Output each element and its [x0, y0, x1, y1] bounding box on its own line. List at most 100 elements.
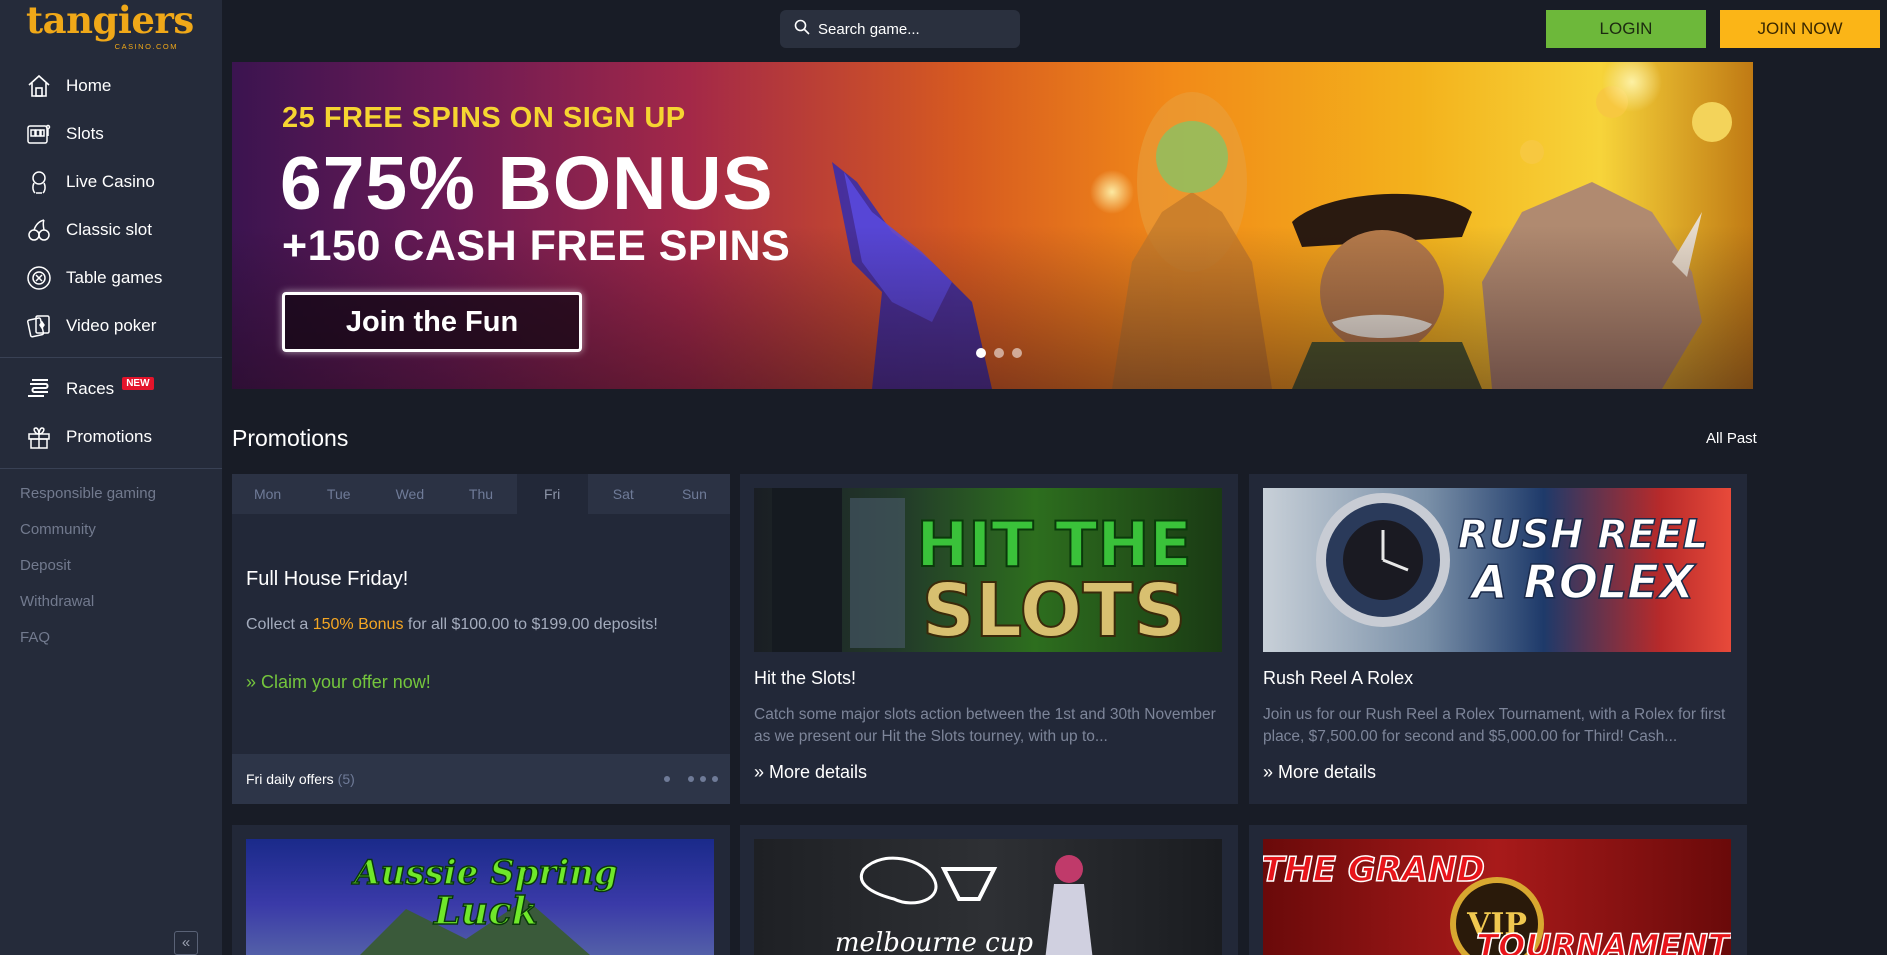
claim-offer-link[interactable]: » Claim your offer now! [246, 672, 431, 693]
more-details-link[interactable]: » More details [1263, 762, 1376, 783]
main-nav: Home Slots Live Casino Classic slot Tabl… [0, 62, 222, 476]
grand-vip-tournament-artwork: VIP THE GRAND TOURNAMENT [1263, 849, 1731, 955]
day-tabs: Mon Tue Wed Thu Fri Sat Sun [232, 474, 730, 514]
hero-banner[interactable]: 25 FREE SPINS ON SIGN UP 675% BONUS +150… [232, 62, 1753, 389]
sidebar-item-label: Video poker [66, 316, 157, 335]
daily-offer-title: Full House Friday! [246, 568, 409, 590]
join-the-fun-button[interactable]: Join the Fun [282, 292, 582, 352]
sidebar: tangiers CASINO.COM Home Slots Live Casi… [0, 0, 222, 955]
link-deposit[interactable]: Deposit [20, 548, 156, 584]
bonus-highlight: 150% Bonus [312, 616, 404, 633]
tab-sun[interactable]: Sun [659, 474, 730, 514]
sidebar-item-live-casino[interactable]: Live Casino [0, 158, 222, 206]
sidebar-item-table-games[interactable]: Table games [0, 254, 222, 302]
promo-card[interactable]: HIT THE SLOTS Hit the Slots! Catch some … [740, 474, 1238, 804]
carousel-dot[interactable] [1012, 348, 1022, 358]
sidebar-item-video-poker[interactable]: Video poker [0, 302, 222, 350]
home-icon [24, 71, 54, 101]
sidebar-item-label: Promotions [66, 427, 152, 446]
collapse-sidebar-button[interactable]: « [174, 931, 198, 955]
sidebar-item-slots[interactable]: Slots [0, 110, 222, 158]
search-input[interactable] [818, 20, 1008, 38]
more-details-link[interactable]: » More details [754, 762, 867, 783]
promo-image-text: RUSH REEL [1458, 512, 1708, 558]
promo-image-text: Luck [433, 888, 538, 933]
sidebar-item-races[interactable]: Races NEW [0, 365, 222, 413]
races-icon [24, 374, 54, 404]
search-box[interactable] [780, 10, 1020, 48]
tab-thu[interactable]: Thu [445, 474, 516, 514]
promo-description: Catch some major slots action between th… [754, 706, 1216, 745]
sidebar-item-label: Home [66, 76, 112, 95]
dealer-icon [24, 167, 54, 197]
offer-dot[interactable] [700, 776, 706, 782]
sidebar-item-label: Classic slot [66, 220, 152, 239]
daily-offer-dots [664, 776, 718, 782]
all-past-link[interactable]: All Past [1706, 430, 1757, 447]
slot-machine-icon [24, 119, 54, 149]
sidebar-item-label: Races [66, 379, 115, 398]
daily-offers-count: (5) [337, 771, 355, 787]
offer-dot[interactable] [712, 776, 718, 782]
promo-image[interactable]: Aussie Spring Luck [246, 839, 714, 955]
link-responsible-gaming[interactable]: Responsible gaming [20, 476, 156, 512]
tab-tue[interactable]: Tue [303, 474, 374, 514]
sidebar-item-label: Table games [66, 268, 163, 287]
cherries-icon [24, 215, 54, 245]
join-now-button[interactable]: JOIN NOW [1720, 10, 1880, 48]
aussie-spring-luck-artwork: Aussie Spring Luck [351, 852, 618, 955]
carousel-dot[interactable] [976, 348, 986, 358]
search-icon [794, 19, 810, 40]
promo-title: Rush Reel A Rolex [1263, 668, 1414, 688]
tab-mon[interactable]: Mon [232, 474, 303, 514]
rolex-artwork: RUSH REEL A ROLEX [1316, 493, 1709, 627]
gift-icon [24, 422, 54, 452]
link-community[interactable]: Community [20, 512, 156, 548]
brand-name: tangiers [26, 0, 194, 42]
sidebar-item-home[interactable]: Home [0, 62, 222, 110]
promo-card[interactable]: Aussie Spring Luck [232, 825, 730, 955]
carousel-dot[interactable] [994, 348, 1004, 358]
offer-dot-gap [676, 776, 682, 782]
brand-sub: CASINO.COM [114, 42, 178, 51]
daily-offer-description: Collect a 150% Bonus for all $100.00 to … [246, 616, 658, 634]
tab-sat[interactable]: Sat [588, 474, 659, 514]
brand-logo[interactable]: tangiers CASINO.COM [26, 2, 196, 52]
promo-card[interactable]: VIP THE GRAND TOURNAMENT [1249, 825, 1747, 955]
promo-description: Join us for our Rush Reel a Rolex Tourna… [1263, 706, 1726, 745]
hero-headline: 675% BONUS [280, 141, 774, 225]
desc-suffix: for all $100.00 to $199.00 deposits! [403, 616, 658, 633]
daily-offers-card: Mon Tue Wed Thu Fri Sat Sun Full House F… [232, 474, 730, 804]
cards-icon [24, 311, 54, 341]
login-button[interactable]: LOGIN [1546, 10, 1706, 48]
offer-dot[interactable] [688, 776, 694, 782]
promo-image-text: THE GRAND [1263, 850, 1485, 890]
daily-offers-footer: Fri daily offers (5) [232, 754, 730, 804]
promo-image[interactable]: melbourne cup [754, 839, 1222, 955]
tab-wed[interactable]: Wed [374, 474, 445, 514]
secondary-links: Responsible gaming Community Deposit Wit… [20, 476, 156, 656]
carousel-dots [976, 348, 1022, 358]
promo-card[interactable]: RUSH REEL A ROLEX Rush Reel A Rolex Join… [1249, 474, 1747, 804]
promo-image-text: Aussie Spring [351, 853, 617, 893]
sidebar-item-classic-slot[interactable]: Classic slot [0, 206, 222, 254]
promo-card[interactable]: melbourne cup [740, 825, 1238, 955]
promo-image[interactable]: HIT THE SLOTS [754, 488, 1222, 652]
sidebar-item-promotions[interactable]: Promotions [0, 413, 222, 461]
hero-tagline: +150 CASH FREE SPINS [282, 222, 791, 270]
promo-image[interactable]: RUSH REEL A ROLEX [1263, 488, 1731, 652]
daily-offers-label: Fri daily offers [246, 771, 334, 787]
nav-divider [0, 357, 222, 358]
link-withdrawal[interactable]: Withdrawal [20, 584, 156, 620]
promo-image-text: A ROLEX [1469, 555, 1697, 609]
sidebar-item-label: Slots [66, 124, 104, 143]
sidebar-item-label: Live Casino [66, 172, 155, 191]
link-faq[interactable]: FAQ [20, 620, 156, 656]
nav-divider [0, 468, 222, 469]
promo-image-text: TOURNAMENT [1476, 927, 1731, 955]
desc-prefix: Collect a [246, 616, 313, 633]
melbourne-cup-artwork: melbourne cup [835, 855, 1093, 955]
offer-dot[interactable] [664, 776, 670, 782]
promo-image[interactable]: VIP THE GRAND TOURNAMENT [1263, 839, 1731, 955]
tab-fri[interactable]: Fri [516, 474, 588, 514]
